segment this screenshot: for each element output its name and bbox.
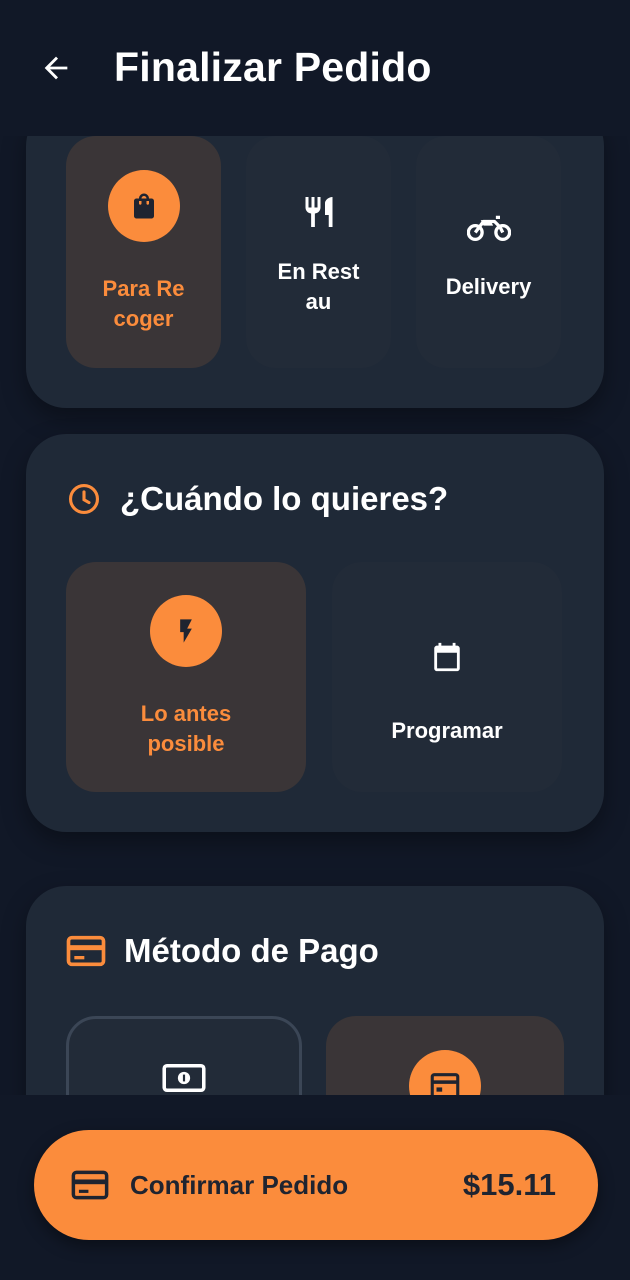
- lightning-icon: [150, 595, 222, 667]
- option-para-recoger[interactable]: Para Recoger: [66, 136, 221, 368]
- checkout-screen: Finalizar Pedido Para Recoger En Restau: [0, 0, 630, 1280]
- motorcycle-icon: [464, 202, 514, 252]
- credit-card-icon: [66, 933, 106, 969]
- option-programar[interactable]: Programar: [332, 562, 562, 792]
- option-delivery[interactable]: Delivery: [416, 136, 561, 368]
- option-label: Delivery: [445, 274, 532, 299]
- section-header: Método de Pago: [66, 932, 379, 970]
- back-button[interactable]: [36, 48, 76, 88]
- clock-icon: [66, 481, 102, 517]
- delivery-time-card: ¿Cuándo lo quieres? Lo antes posible Pro…: [26, 434, 604, 832]
- app-header: Finalizar Pedido: [0, 0, 630, 136]
- option-label: Lo antes posible: [140, 701, 232, 756]
- confirm-order-button[interactable]: Confirmar Pedido $15.11: [34, 1130, 598, 1240]
- calendar-icon: [422, 632, 472, 682]
- option-en-restaurante[interactable]: En Restau: [246, 136, 391, 368]
- cash-icon: [159, 1053, 209, 1095]
- page-title: Finalizar Pedido: [114, 44, 432, 90]
- section-title: ¿Cuándo lo quieres?: [120, 480, 449, 517]
- scroll-content[interactable]: Para Recoger En Restau Delivery ¿Cuándo …: [0, 136, 630, 1095]
- option-label: En Restau: [277, 259, 360, 314]
- credit-card-icon: [70, 1165, 110, 1205]
- payment-option-card[interactable]: [326, 1016, 564, 1095]
- arrow-left-icon: [44, 56, 68, 80]
- option-label: Programar: [391, 718, 503, 743]
- section-header: ¿Cuándo lo quieres?: [66, 480, 448, 518]
- shopping-bag-icon: [107, 170, 180, 242]
- payment-option-cash[interactable]: [66, 1016, 302, 1095]
- utensils-icon: [294, 187, 344, 237]
- payment-method-card: Método de Pago: [26, 886, 604, 1095]
- confirm-label: Confirmar Pedido: [130, 1169, 349, 1200]
- option-label: Para Recoger: [102, 276, 185, 331]
- order-total: $15.11: [462, 1167, 556, 1202]
- order-type-card: Para Recoger En Restau Delivery: [26, 136, 604, 408]
- card-icon: [409, 1050, 481, 1095]
- section-title: Método de Pago: [124, 932, 379, 969]
- option-lo-antes-posible[interactable]: Lo antes posible: [66, 562, 306, 792]
